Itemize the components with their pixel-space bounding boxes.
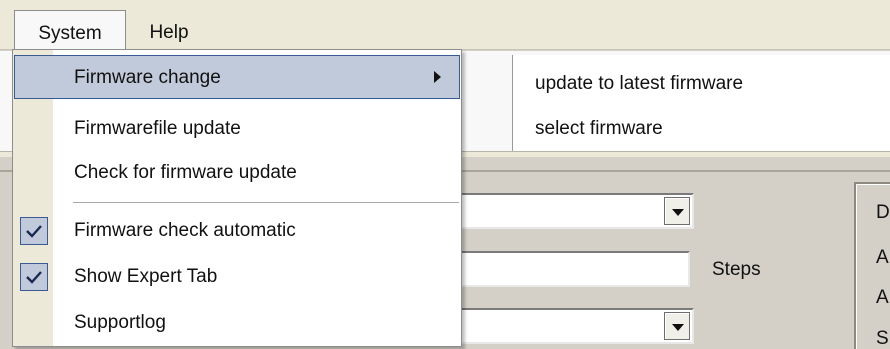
menu-item-firmware-change[interactable]: Firmware change [14,55,460,99]
combo-box-2[interactable] [452,308,694,344]
menu-item-label: Show Expert Tab [74,266,218,287]
chevron-down-icon [672,209,684,216]
combo-dropdown-button-2[interactable] [664,312,690,340]
chevron-down-icon [672,324,684,331]
menu-help[interactable]: Help [132,10,206,50]
menu-separator [73,202,459,204]
menu-item-label: Firmware change [74,67,221,88]
submenu-item-update-latest[interactable]: update to latest firmware [535,73,743,95]
menu-bar: System Help [0,0,890,50]
side-group-letter: D [876,202,890,223]
side-group-letter: S [876,328,889,349]
checkmark-icon [20,263,48,291]
menu-system[interactable]: System [14,10,126,50]
menu-help-label: Help [149,22,189,43]
steps-label: Steps [712,259,761,280]
submenu-item-select-firmware[interactable]: select firmware [535,118,663,140]
menu-item-firmware-check-automatic[interactable]: Firmware check automatic [14,208,460,252]
menu-system-label: System [38,23,102,44]
menu-item-show-expert-tab[interactable]: Show Expert Tab [14,254,460,298]
menu-item-supportlog[interactable]: Supportlog [14,300,460,344]
checkmark-icon [20,217,48,245]
firmware-change-submenu: update to latest firmware select firmwar… [512,55,890,151]
menu-item-check-firmware-update[interactable]: Check for firmware update [14,150,460,194]
menu-item-label: Check for firmware update [74,162,297,183]
side-group-letter: A [876,287,889,308]
steps-input[interactable] [452,251,690,287]
combo-dropdown-button-1[interactable] [664,197,690,225]
menu-item-label: Firmwarefile update [74,118,241,139]
side-group-letter: A [876,247,889,268]
menu-item-label: Firmware check automatic [74,220,296,241]
system-menu-dropdown: Firmware change Firmwarefile update Chec… [12,49,462,347]
menu-item-firmwarefile-update[interactable]: Firmwarefile update [14,106,460,150]
combo-box-1[interactable] [452,193,694,229]
menu-item-label: Supportlog [74,312,166,333]
chevron-right-icon [434,71,441,83]
